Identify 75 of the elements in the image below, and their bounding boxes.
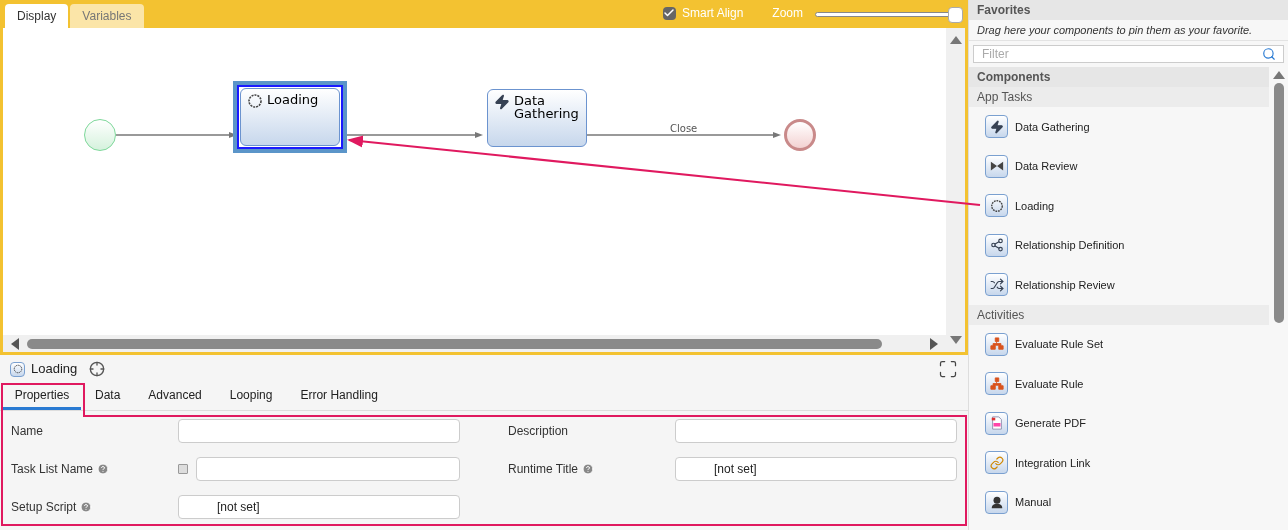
palette-item[interactable]: Evaluate Rule Set — [969, 324, 1269, 364]
palette-item-label: Integration Link — [1015, 455, 1091, 471]
hierarchy-icon — [989, 337, 1004, 352]
favorites-header: Favorites — [969, 0, 1288, 20]
palette-item[interactable]: Evaluate Rule — [969, 364, 1269, 404]
palette-item[interactable]: Generate PDF — [969, 403, 1269, 443]
selected-element-title: Loading — [31, 360, 78, 379]
text-field[interactable]: [not set] — [675, 457, 957, 481]
property-tab[interactable]: Error Handling — [286, 383, 392, 410]
group-header[interactable]: App Tasks — [969, 87, 1269, 107]
zoom-label: Zoom — [772, 5, 803, 22]
canvas-tab[interactable]: Variables — [70, 4, 144, 28]
property-tab[interactable]: Looping — [215, 383, 287, 410]
field-label: Description — [508, 423, 569, 440]
help-icon[interactable] — [582, 463, 595, 475]
link-icon — [989, 455, 1004, 470]
field-label: Task List Name — [11, 461, 94, 478]
text-field[interactable]: [not set] — [178, 495, 460, 519]
property-tab[interactable]: Data — [81, 383, 135, 410]
smart-align-label: Smart Align — [681, 5, 744, 22]
flow-label: Close — [670, 122, 698, 136]
text-mode-icon[interactable] — [178, 464, 188, 474]
zoom-slider[interactable] — [815, 7, 963, 23]
text-field[interactable] — [196, 457, 460, 481]
palette-item-label: Evaluate Rule Set — [1015, 337, 1104, 352]
smart-align-checkbox[interactable] — [662, 6, 676, 20]
property-tab[interactable]: Advanced — [134, 383, 216, 410]
bolt-icon — [494, 94, 510, 110]
locate-icon[interactable] — [89, 361, 106, 377]
components-header: Components — [969, 67, 1269, 87]
palette-item-label: Generate PDF — [1015, 416, 1086, 431]
palette-item[interactable]: Integration Link — [969, 443, 1269, 483]
palette-item[interactable]: Loading — [969, 186, 1269, 226]
person-icon — [989, 495, 1004, 510]
hierarchy-icon — [989, 376, 1004, 391]
vertical-scrollbar-thumb[interactable] — [1273, 83, 1284, 323]
palette-item-label: Data Review — [1015, 159, 1078, 174]
palette-item-label: Data Gathering — [1015, 119, 1090, 135]
palette-item[interactable]: Manual — [969, 482, 1269, 522]
end-event[interactable] — [784, 119, 816, 151]
group-header[interactable]: Activities — [969, 304, 1269, 325]
dotted-circle-icon — [989, 198, 1004, 213]
palette-item[interactable]: Data Gathering — [969, 107, 1269, 147]
palette-item[interactable]: Data Review — [969, 146, 1269, 186]
task-node[interactable]: Loading — [240, 88, 340, 146]
pdf-file-icon — [989, 416, 1004, 431]
text-field[interactable] — [675, 419, 957, 443]
help-icon[interactable] — [97, 463, 110, 475]
search-icon[interactable] — [1262, 47, 1276, 61]
palette-item-label: Manual — [1015, 495, 1052, 510]
property-tab[interactable]: Properties — [3, 383, 81, 410]
palette-item[interactable]: Relationship Review — [969, 265, 1269, 305]
palette-item-label: Evaluate Rule — [1015, 376, 1084, 392]
canvas-tab[interactable]: Display — [5, 4, 69, 28]
task-label: Loading — [267, 93, 319, 106]
expand-icon[interactable] — [938, 359, 958, 379]
palette-item-label: Relationship Review — [1015, 277, 1115, 293]
bolt-icon — [989, 119, 1004, 134]
task-label: Data Gathering — [514, 94, 580, 120]
favorites-hint: Drag here your components to pin them as your favorite. — [969, 20, 1288, 41]
shuffle-icon — [989, 277, 1004, 292]
help-icon[interactable] — [80, 501, 93, 513]
task-node[interactable]: Data Gathering — [487, 89, 587, 147]
palette-item[interactable]: Relationship Definition — [969, 225, 1269, 265]
field-label: Setup Script — [11, 499, 77, 516]
start-event[interactable] — [84, 119, 116, 151]
field-label: Name — [11, 423, 43, 440]
palette-item-label: Loading — [1015, 198, 1055, 214]
text-field[interactable] — [178, 419, 460, 443]
dotted-circle-icon — [247, 93, 263, 109]
palette-item-label: Relationship Definition — [1015, 238, 1125, 253]
filter-field[interactable]: Filter — [973, 45, 1284, 63]
field-label: Runtime Title — [508, 461, 579, 478]
horizontal-scrollbar-thumb[interactable] — [27, 338, 882, 349]
share-icon — [989, 238, 1004, 253]
